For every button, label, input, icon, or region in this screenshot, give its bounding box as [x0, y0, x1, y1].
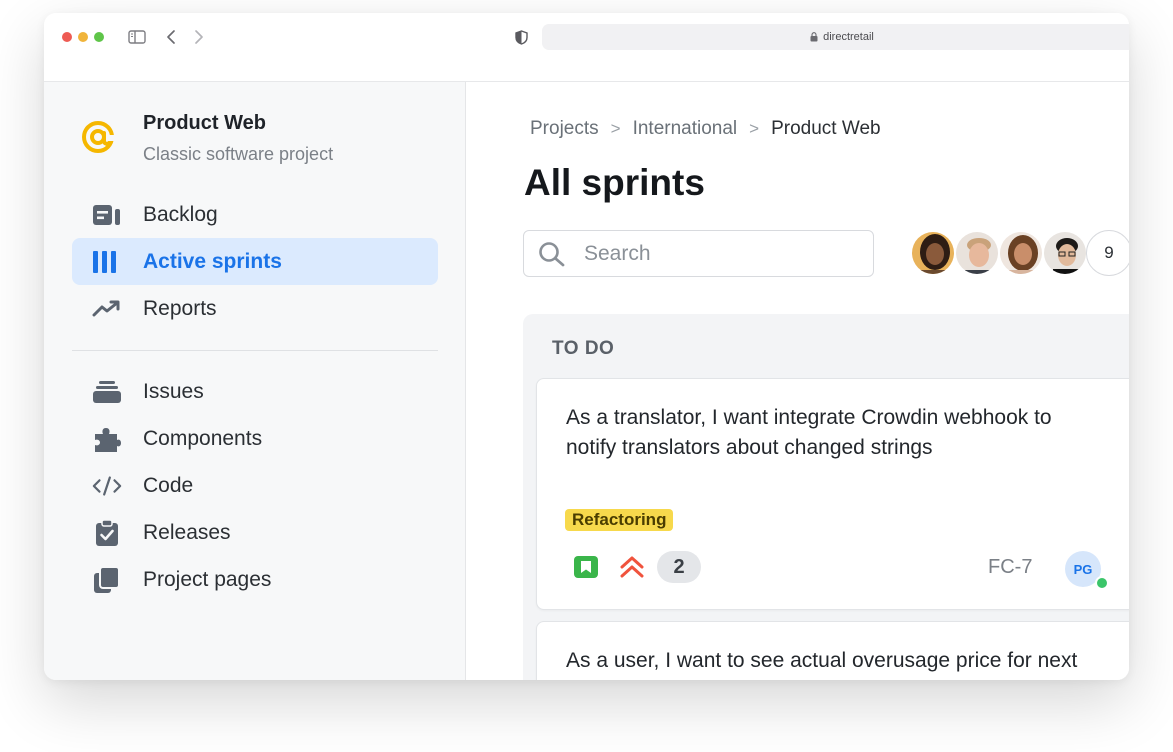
stack-icon: [92, 368, 122, 415]
issue-label[interactable]: Refactoring: [565, 509, 674, 531]
browser-toolbar-strip: [44, 61, 1129, 82]
sidebar-item-active-sprints[interactable]: Active sprints: [72, 238, 438, 285]
pages-icon: [92, 556, 122, 603]
zoom-window-button[interactable]: [94, 32, 104, 42]
sidebar-item-releases[interactable]: Releases: [72, 509, 438, 556]
search-icon: [538, 241, 566, 272]
sidebar-item-label: Project pages: [143, 567, 272, 591]
team-avatar-1[interactable]: [910, 230, 956, 276]
sidebar: Product Web Classic software project Bac…: [44, 82, 466, 680]
breadcrumb: Projects > International > Product Web: [530, 118, 881, 140]
backlog-icon: [92, 191, 122, 238]
priority-highest-icon: [619, 555, 645, 584]
minimize-window-button[interactable]: [78, 32, 88, 42]
team-avatar-2[interactable]: [954, 230, 1000, 276]
puzzle-icon: [92, 415, 122, 462]
code-icon: [92, 462, 122, 509]
search-box[interactable]: [523, 230, 874, 277]
sidebar-item-code[interactable]: Code: [72, 462, 438, 509]
vote-count-badge[interactable]: 2: [657, 551, 701, 583]
online-status-dot: [1095, 576, 1109, 590]
sidebar-item-backlog[interactable]: Backlog: [72, 191, 438, 238]
board-column-todo: TO DO As a translator, I want integrate …: [523, 314, 1129, 680]
team-avatar-3[interactable]: [998, 230, 1044, 276]
browser-window: directretail Product Web Classic softwar…: [44, 13, 1129, 680]
close-window-button[interactable]: [62, 32, 72, 42]
issue-card[interactable]: As a translator, I want integrate Crowdi…: [536, 378, 1129, 610]
issue-summary: As a user, I want to see actual overusag…: [566, 649, 1078, 680]
team-avatar-4[interactable]: [1042, 230, 1088, 276]
sidebar-item-label: Active sprints: [143, 249, 282, 273]
sidebar-item-label: Issues: [143, 379, 204, 403]
issue-summary: As a translator, I want integrate Crowdi…: [566, 406, 1052, 459]
address-bar[interactable]: directretail: [542, 24, 1129, 50]
project-logo-icon: [78, 117, 118, 162]
sidebar-item-issues[interactable]: Issues: [72, 368, 438, 415]
project-type: Classic software project: [143, 144, 334, 164]
breadcrumb-separator: >: [749, 119, 760, 138]
sidebar-item-label: Components: [143, 426, 263, 450]
sidebar-toggle-icon[interactable]: [127, 28, 147, 46]
forward-icon[interactable]: [192, 28, 206, 46]
sidebar-item-reports[interactable]: Reports: [72, 285, 438, 332]
breadcrumb-international[interactable]: International: [633, 118, 738, 140]
story-icon: [573, 555, 599, 584]
project-name[interactable]: Product Web: [143, 112, 266, 135]
sidebar-item-components[interactable]: Components: [72, 415, 438, 462]
browser-titlebar: directretail: [44, 13, 1129, 61]
clipboard-check-icon: [92, 509, 122, 556]
breadcrumb-projects[interactable]: Projects: [530, 118, 599, 140]
url-text: directretail: [823, 31, 874, 43]
breadcrumb-current: Product Web: [771, 118, 881, 139]
privacy-shield-icon[interactable]: [513, 28, 529, 46]
sidebar-item-label: Code: [143, 473, 194, 497]
breadcrumb-separator: >: [610, 119, 621, 138]
issue-key[interactable]: FC-7: [988, 556, 1032, 579]
trending-up-icon: [92, 285, 122, 332]
sidebar-divider: [72, 350, 438, 351]
issue-card[interactable]: As a user, I want to see actual overusag…: [536, 621, 1129, 680]
sidebar-item-label: Reports: [143, 296, 217, 320]
column-title: TO DO: [552, 338, 615, 359]
back-icon[interactable]: [164, 28, 178, 46]
sidebar-item-project-pages[interactable]: Project pages: [72, 556, 438, 603]
search-input[interactable]: [582, 239, 856, 269]
page-title: All sprints: [524, 162, 705, 203]
main-content: Projects > International > Product Web A…: [466, 82, 1129, 680]
columns-icon: [92, 238, 122, 285]
sidebar-item-label: Backlog: [143, 202, 218, 226]
sidebar-item-label: Releases: [143, 520, 231, 544]
lock-icon: [810, 32, 818, 42]
more-members-count[interactable]: 9: [1086, 230, 1129, 276]
